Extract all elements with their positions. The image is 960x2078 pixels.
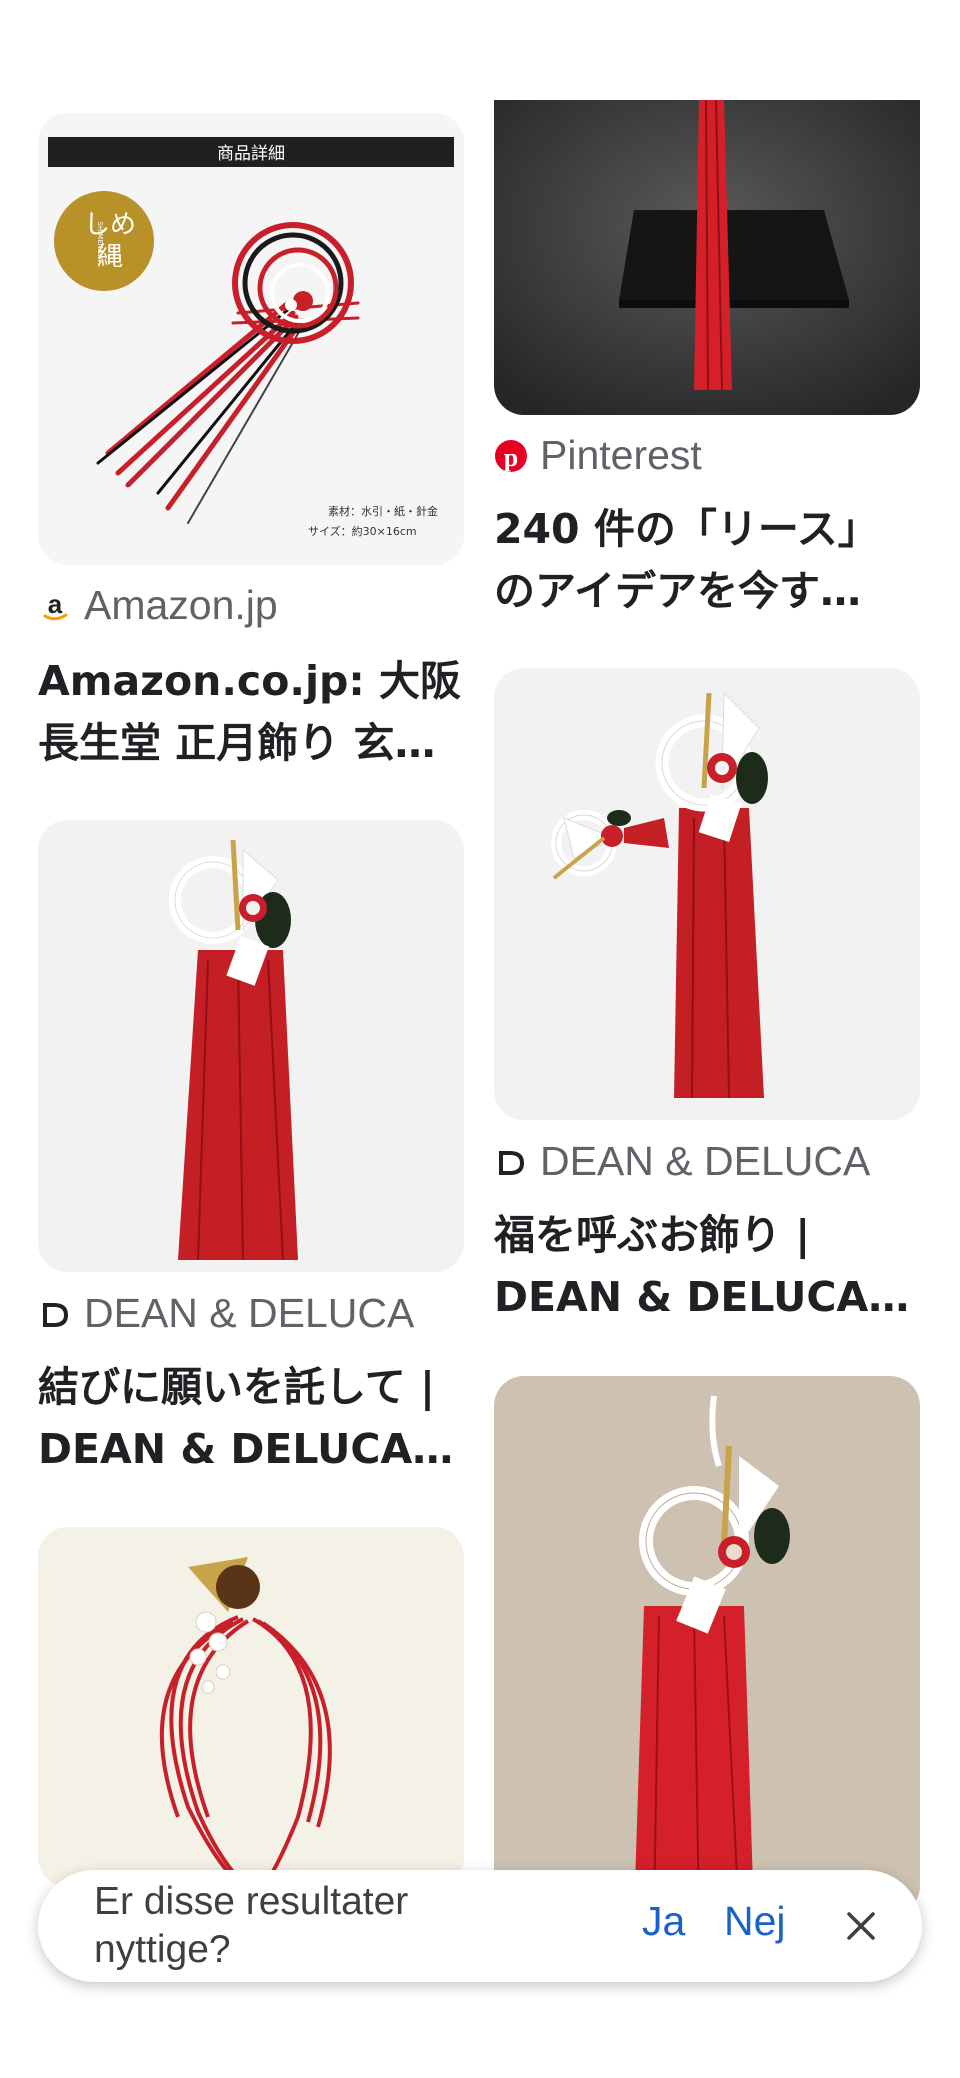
image-badge-line1: しめ [84,210,136,240]
feedback-bar: Er disse resultater nyttige? Ja Nej [38,1870,922,1982]
image-header-label: 商品詳細 [217,144,285,164]
result-title-dean-deluca-1[interactable]: 結びに願いを託して | DEAN & DELUCA… [38,1356,464,1480]
result-source-dean-deluca-2[interactable]: DEAN & DELUCA [494,1138,870,1185]
image-caption2: サイズ：約30×16cm [308,524,417,538]
dean-deluca-icon [38,1297,72,1331]
result-title-pinterest[interactable]: 240 件の「リース」 のアイデアを今す… [494,498,920,622]
pinterest-icon: p [494,439,528,473]
title-line1: Amazon.co.jp: 大阪 [38,657,462,705]
result-image-dean-deluca-2[interactable] [494,668,920,1120]
result-source-label: DEAN & DELUCA [540,1138,871,1184]
result-title-dean-deluca-2[interactable]: 福を呼ぶお飾り | DEAN & DELUCA… [494,1204,920,1328]
image-badge-sub: SHIMENAWA [96,221,104,264]
result-source-dean-deluca-1[interactable]: DEAN & DELUCA [38,1290,414,1337]
shimenawa-product-image: 商品詳細 しめ 縄 SHIMENAWA 素材：水引・紙・針金 サイズ：約30×1… [38,113,464,565]
amazon-icon: a [38,589,72,623]
result-source-label: Amazon.jp [84,582,278,628]
close-icon[interactable] [841,1906,881,1946]
title-line1: 福を呼ぶお飾り | [494,1211,811,1259]
result-source-label: Pinterest [540,432,702,478]
result-image-dean-deluca-1[interactable] [38,820,464,1272]
title-line1: 240 件の「リース」 [494,505,879,553]
title-line2: 長生堂 正月飾り 玄… [38,719,436,767]
result-source-amazon[interactable]: a Amazon.jp [38,582,278,629]
dean-deluca-icon [494,1145,528,1179]
svg-text:a: a [48,589,63,619]
wall-shimenawa-image [494,1376,920,1916]
shimenawa-tassel-image [38,820,464,1272]
feedback-no-button[interactable]: Nej [724,1898,786,1945]
shimenawa-pair-image [494,668,920,1120]
result-image-pinterest[interactable] [494,100,920,415]
red-cord-wreath-image [38,1527,464,1887]
image-caption1: 素材：水引・紙・針金 [328,504,438,518]
result-image-wall-shimenawa[interactable] [494,1376,920,1916]
title-line2: のアイデアを今す… [494,567,861,615]
svg-text:p: p [504,443,518,472]
feedback-yes-button[interactable]: Ja [642,1898,685,1945]
title-line2: DEAN & DELUCA… [38,1425,454,1473]
result-title-amazon[interactable]: Amazon.co.jp: 大阪 長生堂 正月飾り 玄… [38,650,464,774]
feedback-question: Er disse resultater nyttige? [94,1880,409,1971]
result-image-amazon[interactable]: 商品詳細 しめ 縄 SHIMENAWA 素材：水引・紙・針金 サイズ：約30×1… [38,113,464,565]
title-line1: 結びに願いを託して | [38,1363,436,1411]
result-source-pinterest[interactable]: p Pinterest [494,432,702,479]
result-image-wreath[interactable] [38,1527,464,1887]
title-line2: DEAN & DELUCA… [494,1273,910,1321]
result-source-label: DEAN & DELUCA [84,1290,415,1336]
red-cord-stand-image [494,100,920,415]
